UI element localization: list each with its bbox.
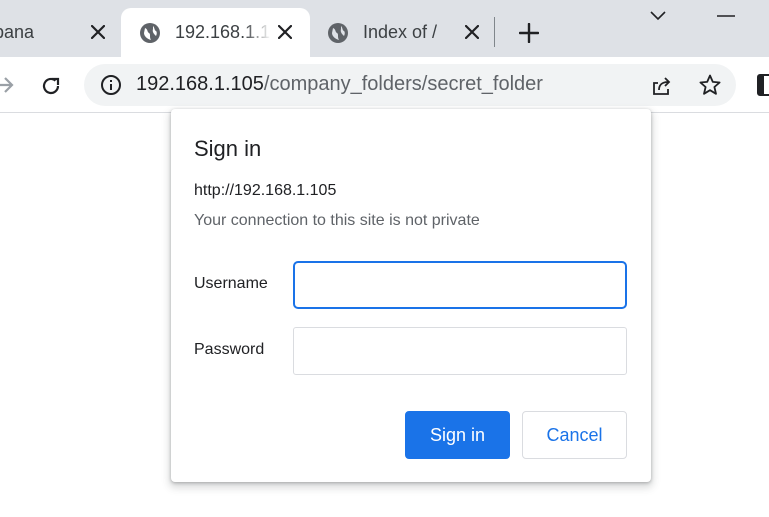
address-bar[interactable]: 192.168.1.105/company_folders/secret_fol… bbox=[84, 64, 736, 106]
username-field[interactable] bbox=[293, 261, 627, 309]
toolbar: 192.168.1.105/company_folders/secret_fol… bbox=[0, 57, 769, 113]
url-text[interactable]: 192.168.1.105/company_folders/secret_fol… bbox=[136, 73, 543, 96]
info-icon[interactable] bbox=[100, 74, 122, 96]
tab-title: 192.168.1.105 bbox=[175, 22, 271, 42]
cancel-button[interactable]: Cancel bbox=[522, 411, 627, 459]
password-field[interactable] bbox=[293, 327, 627, 375]
plus-icon[interactable] bbox=[516, 20, 542, 46]
username-label: Username bbox=[194, 275, 268, 292]
close-icon[interactable] bbox=[461, 21, 483, 43]
tab-strip: ibana 192.168.1.105 Index of / bbox=[0, 0, 769, 57]
connection-warning: Your connection to this site is not priv… bbox=[194, 212, 480, 229]
reload-icon[interactable] bbox=[38, 73, 64, 99]
forward-arrow-icon[interactable] bbox=[0, 73, 16, 97]
url-host: 192.168.1.105 bbox=[136, 73, 264, 95]
url-path: /company_folders/secret_folder bbox=[263, 73, 543, 95]
globe-icon bbox=[327, 22, 349, 49]
side-panel-icon[interactable] bbox=[757, 74, 769, 96]
globe-icon bbox=[139, 22, 161, 49]
tab-kibana[interactable]: ibana bbox=[0, 8, 112, 57]
minimize-icon[interactable] bbox=[715, 8, 737, 24]
close-icon[interactable] bbox=[274, 21, 296, 43]
tab-title: Index of / bbox=[363, 22, 438, 42]
dialog-title: Sign in bbox=[194, 136, 262, 161]
chevron-down-icon[interactable] bbox=[648, 8, 668, 24]
sign-in-dialog: Sign in http://192.168.1.105 Your connec… bbox=[171, 109, 651, 482]
share-icon[interactable] bbox=[650, 74, 674, 98]
tab-index[interactable]: Index of / bbox=[312, 8, 494, 57]
tab-divider bbox=[494, 17, 495, 47]
sign-in-button[interactable]: Sign in bbox=[405, 411, 510, 459]
password-label: Password bbox=[194, 341, 265, 358]
tab-active[interactable]: 192.168.1.105 bbox=[121, 8, 310, 57]
close-icon[interactable] bbox=[87, 21, 109, 43]
dialog-origin: http://192.168.1.105 bbox=[194, 182, 337, 199]
star-icon[interactable] bbox=[698, 73, 722, 97]
tab-title: ibana bbox=[0, 22, 35, 42]
